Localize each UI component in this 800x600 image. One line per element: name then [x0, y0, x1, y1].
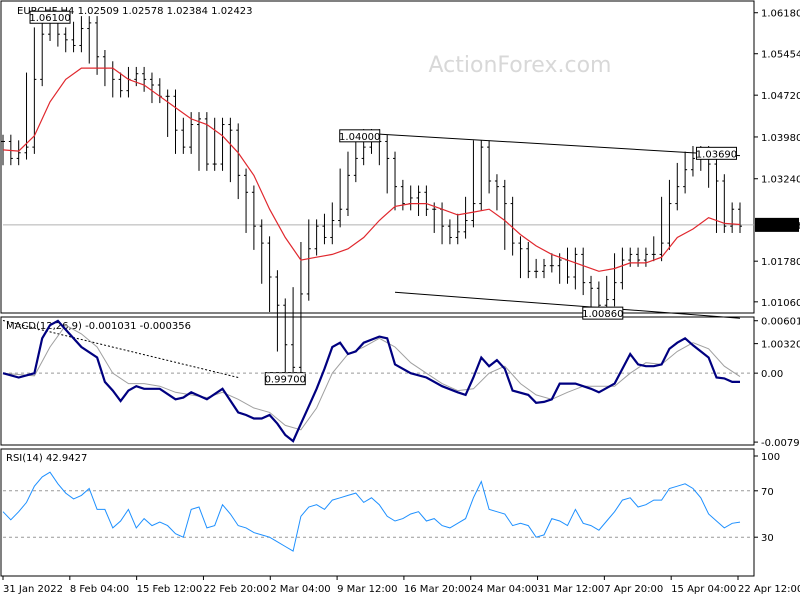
annotation-label: 1.00860 [582, 309, 623, 320]
price-axis-tick-label: 1.01060 [761, 298, 800, 309]
price-axis-tick-label: 1.03240 [761, 175, 800, 186]
price-chart: ActionForex.com EURCHF,H4 1.02509 1.0257… [0, 0, 800, 595]
price-axis-tick-label: 1.05454 [761, 50, 800, 61]
x-axis: 31 Jan 2022 8 Feb 04:00 15 Feb 12:00 22 Feb… [2, 576, 800, 595]
price-annotation: 1.00860 [582, 306, 623, 320]
x-tick-label: 2 Mar 04:00 [270, 584, 330, 595]
annotation-label: 0.99700 [265, 375, 306, 386]
rsi-panel-frame [0, 448, 755, 577]
x-tick-label: 15 Apr 04:00 [671, 584, 736, 595]
price-axis-tick-label: 1.00320 [761, 340, 800, 351]
price-annotation: 1.06100 [29, 10, 71, 24]
annotation-label: 1.06100 [29, 13, 70, 24]
x-tick-label: 31 Mar 12:00 [538, 584, 605, 595]
x-tick-label: 22 Feb 20:00 [203, 584, 269, 595]
price-annotation: 1.03690 [696, 146, 737, 160]
x-tick-label: 31 Jan 2022 [3, 584, 63, 595]
rsi-axis-tick-label: 100 [761, 452, 780, 463]
price-axis-tick-label: 1.01780 [761, 257, 800, 268]
price-annotation: 1.04000 [339, 129, 380, 143]
watermark: ActionForex.com [429, 53, 612, 78]
macd-label: MACD(12,26,9) -0.001031 -0.000356 [6, 321, 191, 332]
main-panel-frame [0, 0, 755, 314]
x-tick-label: 15 Feb 12:00 [137, 584, 203, 595]
x-tick-label: 16 Mar 20:00 [404, 584, 471, 595]
price-axis-tick-label: 1.03980 [761, 133, 800, 144]
rsi-axis-tick-label: 30 [761, 533, 774, 544]
x-tick-label: 22 Apr 12:00 [738, 584, 800, 595]
x-tick-label: 24 Mar 04:00 [471, 584, 538, 595]
x-tick-label: 9 Mar 12:00 [337, 584, 397, 595]
rsi-label: RSI(14) 42.9427 [6, 453, 87, 464]
price-annotation: 0.99700 [265, 372, 306, 386]
price-axis-tick-label: 1.04720 [761, 91, 800, 102]
price-axis-tick-label: 1.06180 [761, 9, 800, 20]
annotation-label: 1.03690 [696, 149, 737, 160]
x-tick-label: 7 Apr 20:00 [604, 584, 663, 595]
current-price-label: 1.02423 [760, 221, 800, 232]
rsi-axis-tick-label: 70 [761, 487, 774, 498]
macd-axis-tick-label: 0.00 [761, 369, 783, 380]
x-tick-label: 8 Feb 04:00 [70, 584, 129, 595]
macd-axis-tick-label: -0.007911 [761, 438, 800, 449]
macd-axis-tick-label: 0.006017 [761, 317, 800, 328]
y-axes: 1.06180 1.05454 1.04720 1.03980 1.03240 1.017… [754, 9, 800, 544]
annotation-label: 1.04000 [339, 132, 380, 143]
